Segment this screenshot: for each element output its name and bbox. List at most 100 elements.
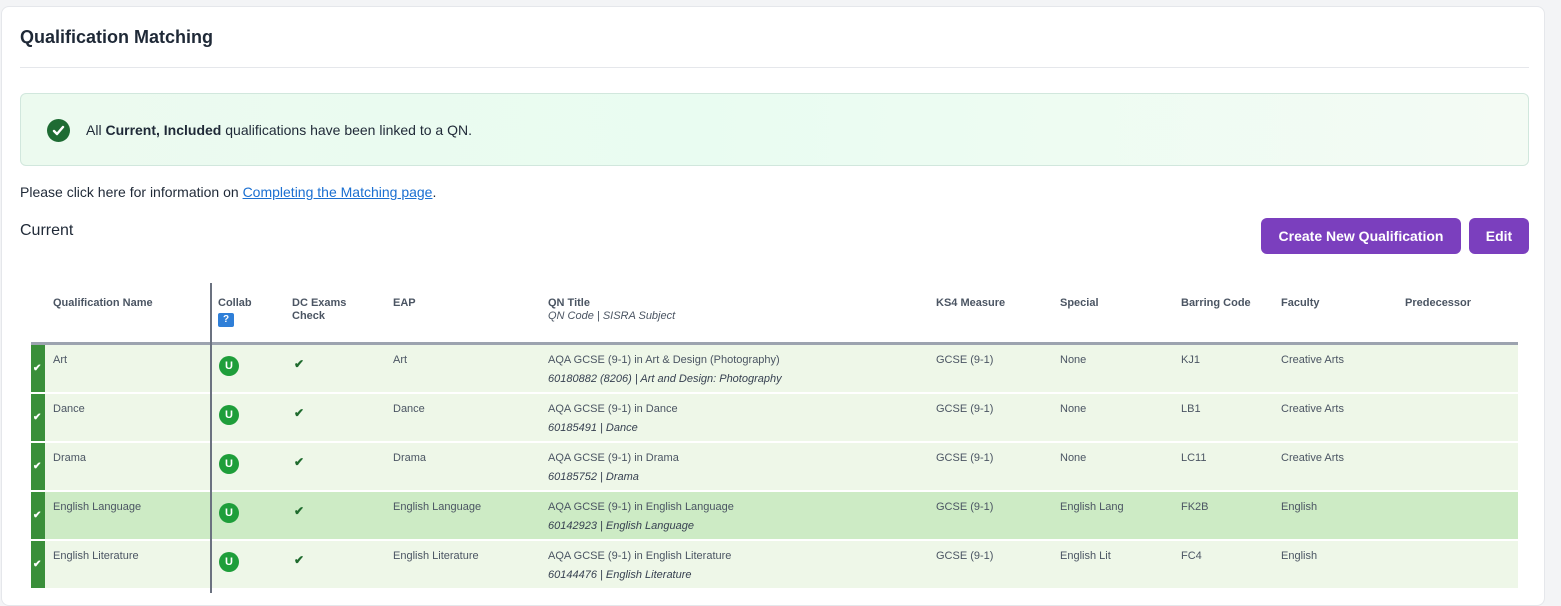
table-row[interactable]: ✔ Art U ✔ Art AQA GCSE (9-1) in Art & De… [31,345,1518,392]
qn-code-text: 60185752 | Drama [548,471,639,483]
alert-prefix: All [86,122,102,138]
cell-eap: English Literature [393,550,479,562]
qn-code-text: 60180882 (8206) | Art and Design: Photog… [548,373,782,385]
table-row[interactable]: ✔ Dance U ✔ Dance AQA GCSE (9-1) in Danc… [31,394,1518,441]
linked-flag: ✔ [31,492,45,539]
cell-qn-title: AQA GCSE (9-1) in English Language 60142… [548,501,734,533]
cell-qn-title: AQA GCSE (9-1) in Art & Design (Photogra… [548,354,782,386]
success-alert: All Current, Included qualifications hav… [20,93,1529,166]
collab-u-badge[interactable]: U [219,503,239,523]
matching-help-link[interactable]: Completing the Matching page [243,184,433,200]
cell-ks4: GCSE (9-1) [936,501,994,513]
cell-barring: KJ1 [1181,354,1200,366]
qn-code-text: 60144476 | English Literature [548,569,692,581]
cell-eap: Drama [393,452,427,464]
table-row[interactable]: ✔ English Language U ✔ English Language … [31,492,1518,539]
page-title: Qualification Matching [20,27,214,47]
flag-check-icon: ✔ [33,461,42,472]
collab-u-badge[interactable]: U [219,405,239,425]
header-qn-title-label: QN Title [548,297,590,309]
cell-qualification-name: English Literature [53,550,139,562]
linked-flag: ✔ [31,394,45,441]
table-row[interactable]: ✔ English Literature U ✔ English Literat… [31,541,1518,588]
dc-exams-check-icon: ✔ [294,553,305,567]
cell-eap: English Language [393,501,482,513]
cell-faculty: English [1281,550,1318,562]
qn-code-text: 60185491 | Dance [548,422,638,434]
table-row[interactable]: ✔ Drama U ✔ Drama AQA GCSE (9-1) in Dram… [31,443,1518,490]
flag-check-icon: ✔ [33,510,42,521]
section-title: Current [20,222,74,239]
create-new-qualification-button[interactable]: Create New Qualification [1261,218,1461,254]
cell-special: None [1060,403,1087,415]
cell-barring: LB1 [1181,403,1201,415]
cell-special: English Lit [1060,550,1111,562]
table-header: Qualification Name Collab ? DC Exams Che… [31,283,1518,345]
header-special[interactable]: Special [1060,297,1099,310]
header-barring-code[interactable]: Barring Code [1181,297,1251,310]
qualifications-table: Qualification Name Collab ? DC Exams Che… [31,283,1518,593]
cell-qualification-name: Drama [53,452,87,464]
header-dc-exams-line2: Check [292,310,326,322]
qn-code-text: 60142923 | English Language [548,520,694,532]
info-text: Please click here for information on [20,184,239,200]
cell-special: English Lang [1060,501,1124,513]
cell-ks4: GCSE (9-1) [936,354,994,366]
header-qn-title[interactable]: QN Title QN Code | SISRA Subject [548,297,675,323]
column-divider [210,283,212,593]
linked-flag: ✔ [31,443,45,490]
header-qn-title-sub: QN Code | SISRA Subject [548,310,676,322]
collab-u-badge[interactable]: U [219,356,239,376]
header-dc-exams-line1: DC Exams [292,297,347,309]
title-divider [20,67,1529,68]
cell-special: None [1060,354,1087,366]
collab-help-icon[interactable]: ? [218,313,234,327]
cell-eap: Art [393,354,408,366]
info-end: . [432,184,437,200]
flag-check-icon: ✔ [33,412,42,423]
dc-exams-check-icon: ✔ [294,455,305,469]
qn-title-text: AQA GCSE (9-1) in Art & Design (Photogra… [548,354,780,366]
header-dc-exams-check[interactable]: DC Exams Check [292,297,346,323]
dc-exams-check-icon: ✔ [294,357,305,371]
header-eap[interactable]: EAP [393,297,416,310]
qn-title-text: AQA GCSE (9-1) in Dance [548,403,678,415]
qn-title-text: AQA GCSE (9-1) in Drama [548,452,679,464]
header-faculty[interactable]: Faculty [1281,297,1320,310]
qualification-matching-card: Qualification Matching All Current, Incl… [1,6,1545,606]
edit-button[interactable]: Edit [1469,218,1529,254]
cell-ks4: GCSE (9-1) [936,403,994,415]
alert-message: All Current, Included qualifications hav… [86,122,472,138]
header-collab[interactable]: Collab ? [218,297,252,327]
collab-u-badge[interactable]: U [219,454,239,474]
check-circle-icon [47,119,70,142]
cell-qualification-name: English Language [53,501,142,513]
header-predecessor[interactable]: Predecessor [1405,297,1471,310]
cell-ks4: GCSE (9-1) [936,550,994,562]
cell-faculty: English [1281,501,1318,513]
dc-exams-check-icon: ✔ [294,406,305,420]
alert-suffix: qualifications have been linked to a QN. [225,122,472,138]
flag-check-icon: ✔ [33,559,42,570]
cell-eap: Dance [393,403,425,415]
cell-faculty: Creative Arts [1281,403,1344,415]
header-collab-label: Collab [218,297,252,309]
header-qualification-name[interactable]: Qualification Name [53,297,153,310]
cell-faculty: Creative Arts [1281,452,1344,464]
cell-qualification-name: Dance [53,403,85,415]
cell-qn-title: AQA GCSE (9-1) in English Literature 601… [548,550,731,582]
linked-flag: ✔ [31,345,45,392]
alert-bold: Current, Included [105,122,222,138]
info-line: Please click here for information on Com… [20,184,436,200]
cell-ks4: GCSE (9-1) [936,452,994,464]
qn-title-text: AQA GCSE (9-1) in English Language [548,501,734,513]
cell-special: None [1060,452,1087,464]
header-ks4-measure[interactable]: KS4 Measure [936,297,1005,310]
cell-faculty: Creative Arts [1281,354,1344,366]
cell-barring: LC11 [1181,452,1207,464]
collab-u-badge[interactable]: U [219,552,239,572]
cell-barring: FK2B [1181,501,1209,513]
cell-barring: FC4 [1181,550,1202,562]
flag-check-icon: ✔ [33,363,42,374]
dc-exams-check-icon: ✔ [294,504,305,518]
